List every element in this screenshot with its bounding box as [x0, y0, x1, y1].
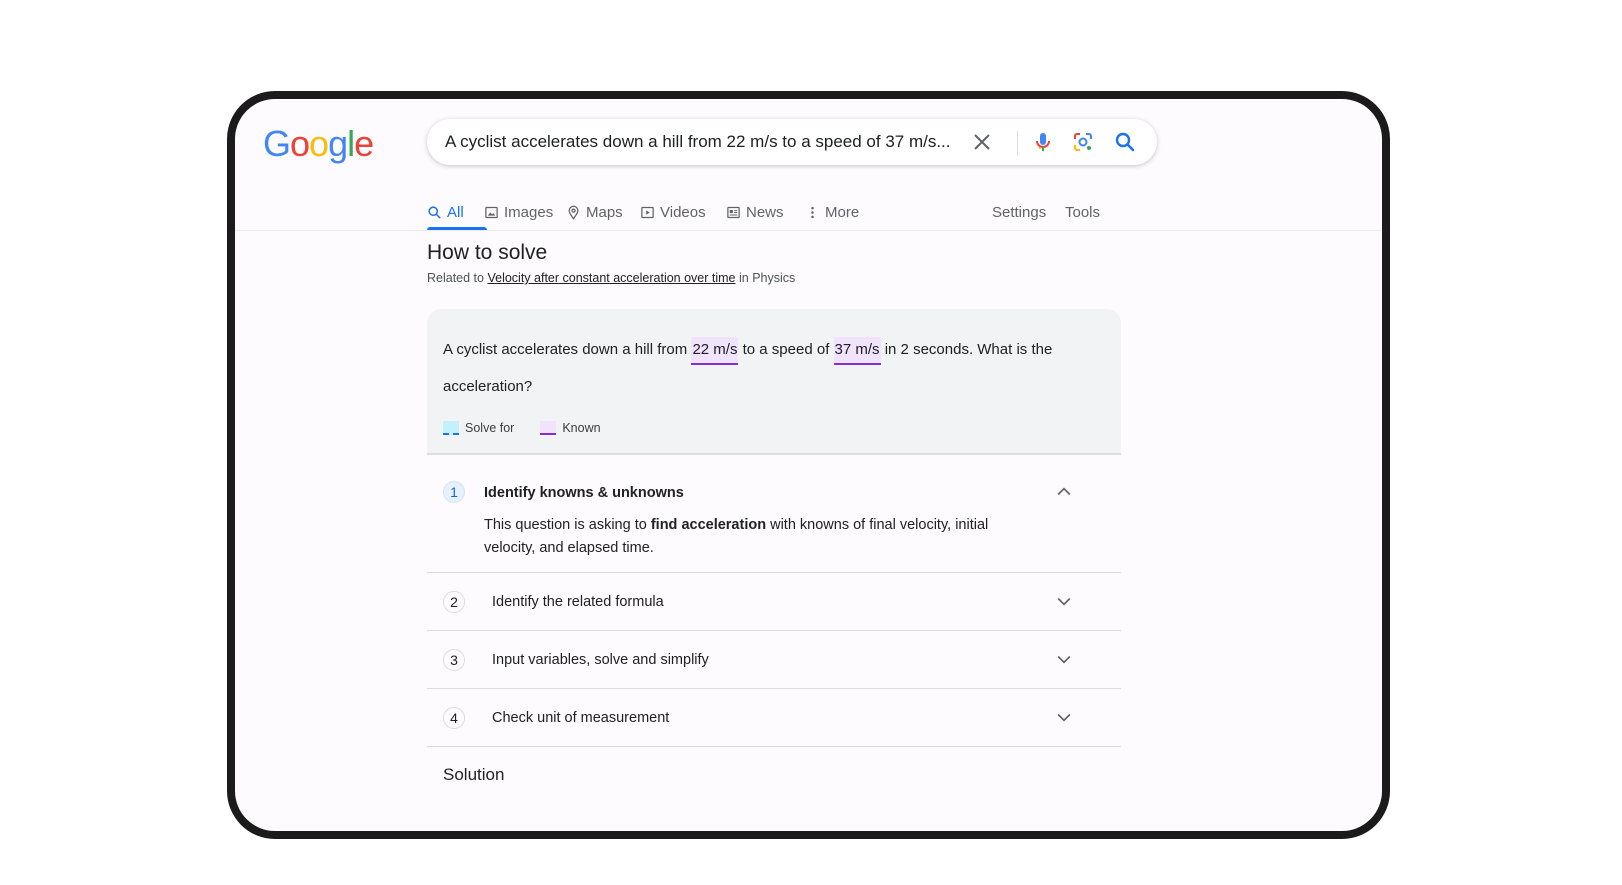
tab-label: Videos [660, 203, 706, 221]
related-topic: Related to Velocity after constant accel… [427, 271, 795, 285]
logo-letter-e: e [354, 123, 374, 164]
step-title: Identify knowns & unknowns [484, 485, 684, 501]
step-number-badge: 1 [443, 481, 465, 503]
tab-label: News [746, 203, 784, 221]
problem-card: A cyclist accelerates down a hill from 2… [427, 309, 1121, 455]
step-item-2[interactable]: 2 Identify the related formula [427, 573, 1121, 631]
close-icon[interactable] [970, 130, 994, 154]
step-body-emphasis: find acceleration [650, 517, 767, 533]
video-icon [641, 206, 654, 218]
search-box[interactable]: A cyclist accelerates down a hill from 2… [427, 119, 1157, 165]
logo-letter-g: G [263, 123, 291, 164]
chevron-down-icon[interactable] [1054, 707, 1074, 727]
solve-for-swatch [443, 421, 459, 435]
search-input[interactable]: A cyclist accelerates down a hill from 2… [445, 132, 951, 152]
related-prefix: Related to [427, 271, 484, 285]
known-value-initial-velocity[interactable]: 22 m/s [691, 337, 739, 365]
page-title: How to solve [427, 241, 548, 264]
tab-label: Maps [586, 203, 623, 221]
step-item-4[interactable]: 4 Check unit of measurement [427, 689, 1121, 747]
step-title: Input variables, solve and simplify [492, 652, 709, 668]
search-icon[interactable] [1113, 130, 1137, 154]
more-vertical-icon [811, 206, 814, 218]
chevron-up-icon[interactable] [1054, 482, 1074, 502]
browser-screen: Google A cyclist accelerates down a hill… [235, 99, 1382, 831]
step-body: This question is asking to find accelera… [484, 514, 1004, 560]
tab-videos[interactable]: Videos [640, 195, 706, 229]
step-body-text: This question is asking to [484, 517, 647, 533]
step-item-1[interactable]: 1 Identify knowns & unknowns This questi… [427, 457, 1121, 573]
chevron-down-icon[interactable] [1054, 649, 1074, 669]
tools-link[interactable]: Tools [1065, 195, 1100, 229]
settings-link[interactable]: Settings [992, 195, 1046, 229]
step-title: Identify the related formula [492, 594, 664, 610]
tab-label: More [825, 203, 860, 221]
map-pin-icon [568, 205, 579, 220]
logo-letter-o1: o [290, 123, 310, 164]
tab-more[interactable]: More [805, 195, 859, 229]
step-title: Check unit of measurement [492, 710, 670, 726]
legend-known-label: Known [562, 421, 601, 435]
tabs-divider [235, 230, 1382, 231]
step-number-badge: 4 [443, 707, 465, 729]
tab-label: Images [504, 203, 554, 221]
problem-text-part: A cyclist accelerates down a hill from [443, 341, 688, 358]
image-icon [485, 206, 498, 218]
google-logo[interactable]: Google [263, 123, 374, 165]
search-divider [1017, 131, 1018, 155]
logo-letter-g2: g [328, 123, 348, 164]
chevron-down-icon[interactable] [1054, 591, 1074, 611]
device-frame: Google A cyclist accelerates down a hill… [227, 91, 1390, 839]
step-item-3[interactable]: 3 Input variables, solve and simplify [427, 631, 1121, 689]
problem-statement: A cyclist accelerates down a hill from 2… [443, 331, 1083, 405]
legend-solve-label: Solve for [465, 421, 515, 435]
problem-text-part: to a speed of [742, 341, 830, 358]
microphone-icon[interactable] [1031, 130, 1055, 154]
tab-images[interactable]: Images [484, 195, 553, 229]
tab-all[interactable]: All [427, 195, 464, 229]
tab-maps[interactable]: Maps [566, 195, 623, 229]
logo-letter-l: l [347, 123, 355, 164]
step-number-badge: 3 [443, 649, 465, 671]
logo-letter-o2: o [309, 123, 329, 164]
tab-news[interactable]: News [726, 195, 784, 229]
known-value-final-velocity[interactable]: 37 m/s [833, 337, 881, 365]
step-number-badge: 2 [443, 591, 465, 613]
tab-label: All [447, 203, 464, 221]
solution-heading: Solution [443, 765, 505, 784]
news-icon [727, 206, 740, 218]
search-icon [428, 205, 441, 219]
lens-icon[interactable] [1071, 130, 1095, 154]
known-swatch [540, 421, 557, 435]
related-topic-link[interactable]: Velocity after constant acceleration ove… [487, 271, 735, 285]
related-suffix: in Physics [739, 271, 796, 285]
highlight-legend: Solve for Known [443, 421, 601, 435]
